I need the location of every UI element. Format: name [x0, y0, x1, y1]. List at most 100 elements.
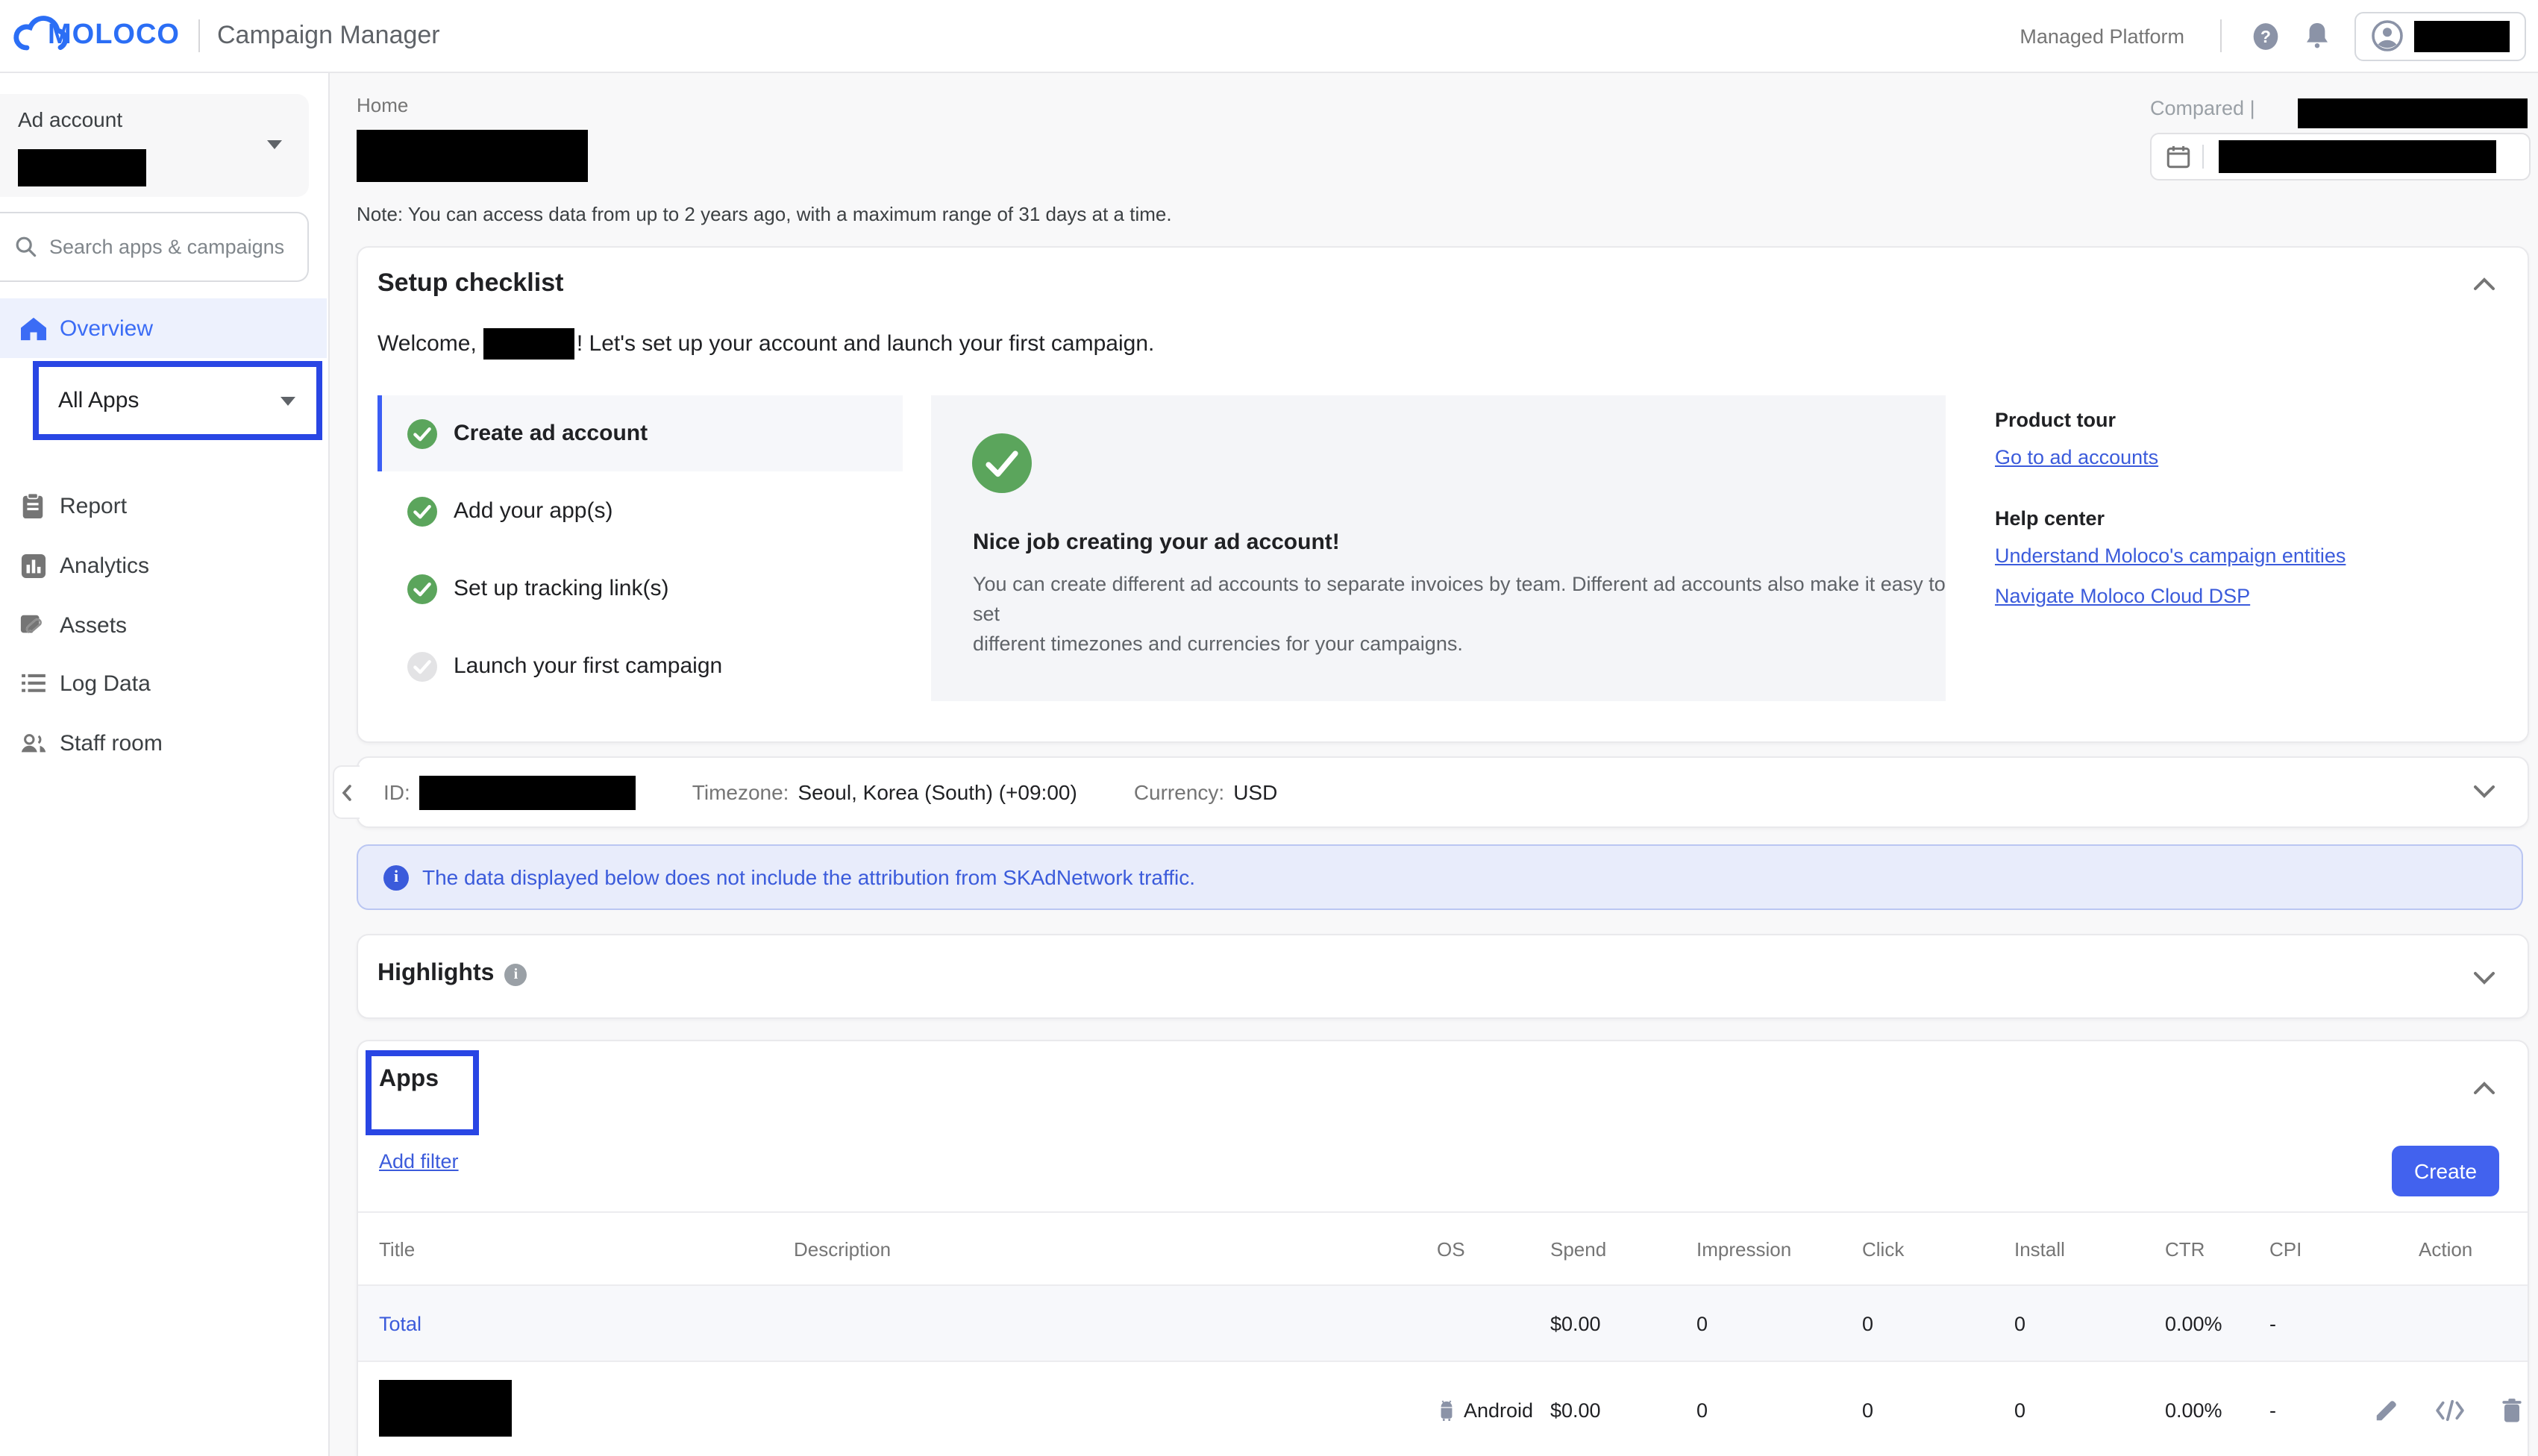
sidebar: Ad account Search apps & campaigns Overv…: [0, 72, 330, 1456]
skadnetwork-info-banner: i The data displayed below does not incl…: [357, 844, 2523, 910]
sidebar-item-assets[interactable]: Assets: [0, 595, 327, 655]
chevron-down-icon: [281, 397, 295, 406]
search-input[interactable]: Search apps & campaigns: [0, 212, 309, 282]
currency-value: USD: [1233, 780, 1277, 804]
info-icon[interactable]: i: [504, 963, 527, 985]
check-circle-done-icon: [406, 572, 439, 605]
col-impression[interactable]: Impression: [1676, 1237, 1841, 1260]
timezone-value: Seoul, Korea (South) (+09:00): [798, 780, 1077, 804]
col-title[interactable]: Title: [358, 1237, 773, 1260]
apps-table: Title Description OS Spend Impression Cl…: [358, 1211, 2528, 1456]
big-check-circle-icon: [971, 433, 1033, 501]
all-apps-dropdown[interactable]: All Apps: [33, 361, 322, 440]
app-os: Android: [1464, 1399, 1533, 1421]
edit-pencil-icon[interactable]: [2374, 1397, 2399, 1422]
moloco-campaign-manager-window: MOLOCO Campaign Manager Managed Platform…: [0, 0, 2538, 1456]
sidebar-item-log-data[interactable]: Log Data: [0, 653, 327, 713]
welcome-message: Welcome, ! Let's set up your account and…: [377, 328, 1154, 360]
compared-label: Compared |: [2150, 97, 2255, 119]
search-placeholder: Search apps & campaigns: [49, 236, 284, 258]
total-install: 0: [1993, 1312, 2144, 1334]
step-launch-first-campaign[interactable]: Launch your first campaign: [377, 628, 903, 704]
managed-platform-label: Managed Platform: [2020, 25, 2184, 47]
col-cpi[interactable]: CPI: [2249, 1237, 2398, 1260]
app-spend: $0.00: [1529, 1399, 1676, 1421]
col-click[interactable]: Click: [1841, 1237, 1993, 1260]
redacted-compared-range: [2298, 98, 2528, 128]
create-button[interactable]: Create: [2392, 1146, 2499, 1196]
account-menu[interactable]: [2354, 11, 2526, 60]
table-total-row: Total $0.00 0 0 0 0.00% -: [358, 1284, 2528, 1361]
apps-title: Apps: [379, 1067, 439, 1093]
banner-text: The data displayed below does not includ…: [422, 865, 1195, 889]
collapse-chevron-left-icon[interactable]: [333, 765, 360, 819]
chevron-down-icon: [267, 140, 282, 149]
top-bar: MOLOCO Campaign Manager Managed Platform…: [0, 0, 2538, 73]
log-data-list-icon: [16, 673, 49, 694]
redacted-page-title: [357, 130, 588, 182]
step-set-up-tracking-links[interactable]: Set up tracking link(s): [377, 550, 903, 627]
step-add-your-apps[interactable]: Add your app(s): [377, 473, 903, 549]
total-cpi: -: [2249, 1312, 2398, 1334]
help-center-heading: Help center: [1995, 507, 2346, 530]
report-clipboard-icon: [16, 492, 49, 519]
highlights-title: Highlights: [377, 961, 494, 988]
sidebar-item-staff-room[interactable]: Staff room: [0, 713, 327, 773]
col-spend[interactable]: Spend: [1529, 1237, 1676, 1260]
help-icon[interactable]: ?: [2252, 22, 2280, 50]
total-label: Total: [358, 1312, 773, 1334]
svg-text:?: ?: [2260, 26, 2271, 46]
total-spend: $0.00: [1529, 1312, 1676, 1334]
product-title: Campaign Manager: [217, 21, 440, 51]
timezone-label: Timezone:: [692, 780, 789, 804]
col-description[interactable]: Description: [773, 1237, 1416, 1260]
redacted-app-title: [379, 1379, 512, 1436]
assets-attachment-icon: [16, 612, 49, 638]
go-to-ad-accounts-link[interactable]: Go to ad accounts: [1995, 446, 2158, 468]
expand-chevron-down-icon[interactable]: [2474, 965, 2495, 992]
add-filter-link[interactable]: Add filter: [379, 1150, 459, 1173]
moloco-logo[interactable]: MOLOCO: [12, 15, 180, 57]
delete-trash-icon[interactable]: [2501, 1397, 2523, 1422]
sidebar-item-analytics[interactable]: Analytics: [0, 536, 327, 595]
total-click: 0: [1841, 1312, 1993, 1334]
ad-account-label: Ad account: [18, 107, 122, 131]
apps-card: Apps Add filter Create Title Description…: [357, 1040, 2529, 1456]
collapse-chevron-up-icon[interactable]: [2474, 272, 2495, 298]
navigate-moloco-cloud-dsp-link[interactable]: Navigate Moloco Cloud DSP: [1995, 585, 2250, 607]
app-impression: 0: [1676, 1399, 1841, 1421]
calendar-icon: [2166, 145, 2190, 169]
notifications-bell-icon[interactable]: [2304, 21, 2331, 51]
collapse-chevron-up-icon[interactable]: [2474, 1076, 2495, 1102]
redacted-account-id: [419, 775, 636, 809]
success-body: You can create different ad accounts to …: [973, 570, 1946, 659]
step-create-ad-account[interactable]: Create ad account: [377, 395, 903, 471]
check-circle-done-icon: [406, 417, 439, 450]
checklist-steps: Create ad account Add your app(s) Set up…: [377, 395, 903, 706]
id-label: ID:: [383, 780, 410, 804]
info-icon: i: [383, 865, 409, 890]
col-ctr[interactable]: CTR: [2144, 1237, 2249, 1260]
analytics-bar-chart-icon: [16, 553, 49, 578]
col-action: Action: [2398, 1237, 2528, 1260]
understand-campaign-entities-link[interactable]: Understand Moloco's campaign entities: [1995, 545, 2346, 567]
date-range-picker[interactable]: [2150, 133, 2531, 181]
sidebar-item-report[interactable]: Report: [0, 476, 327, 536]
search-icon: [15, 236, 37, 258]
table-header-row: Title Description OS Spend Impression Cl…: [358, 1211, 2528, 1284]
ad-account-selector[interactable]: Ad account: [0, 94, 309, 197]
total-ctr: 0.00%: [2144, 1312, 2249, 1334]
app-ctr: 0.00%: [2144, 1399, 2249, 1421]
avatar-icon: [2371, 19, 2404, 52]
success-title: Nice job creating your ad account!: [973, 530, 1340, 555]
table-app-row[interactable]: Android $0.00 0 0 0 0.00% -: [358, 1361, 2528, 1456]
datebox-divider: [2202, 145, 2204, 169]
app-click: 0: [1841, 1399, 1993, 1421]
col-install[interactable]: Install: [1993, 1237, 2144, 1260]
col-os[interactable]: OS: [1416, 1237, 1529, 1260]
expand-chevron-down-icon[interactable]: [2474, 779, 2495, 806]
product-tour-heading: Product tour: [1995, 409, 2346, 431]
sidebar-item-overview[interactable]: Overview: [0, 298, 327, 358]
tracking-code-icon[interactable]: [2435, 1399, 2465, 1421]
total-impression: 0: [1676, 1312, 1841, 1334]
